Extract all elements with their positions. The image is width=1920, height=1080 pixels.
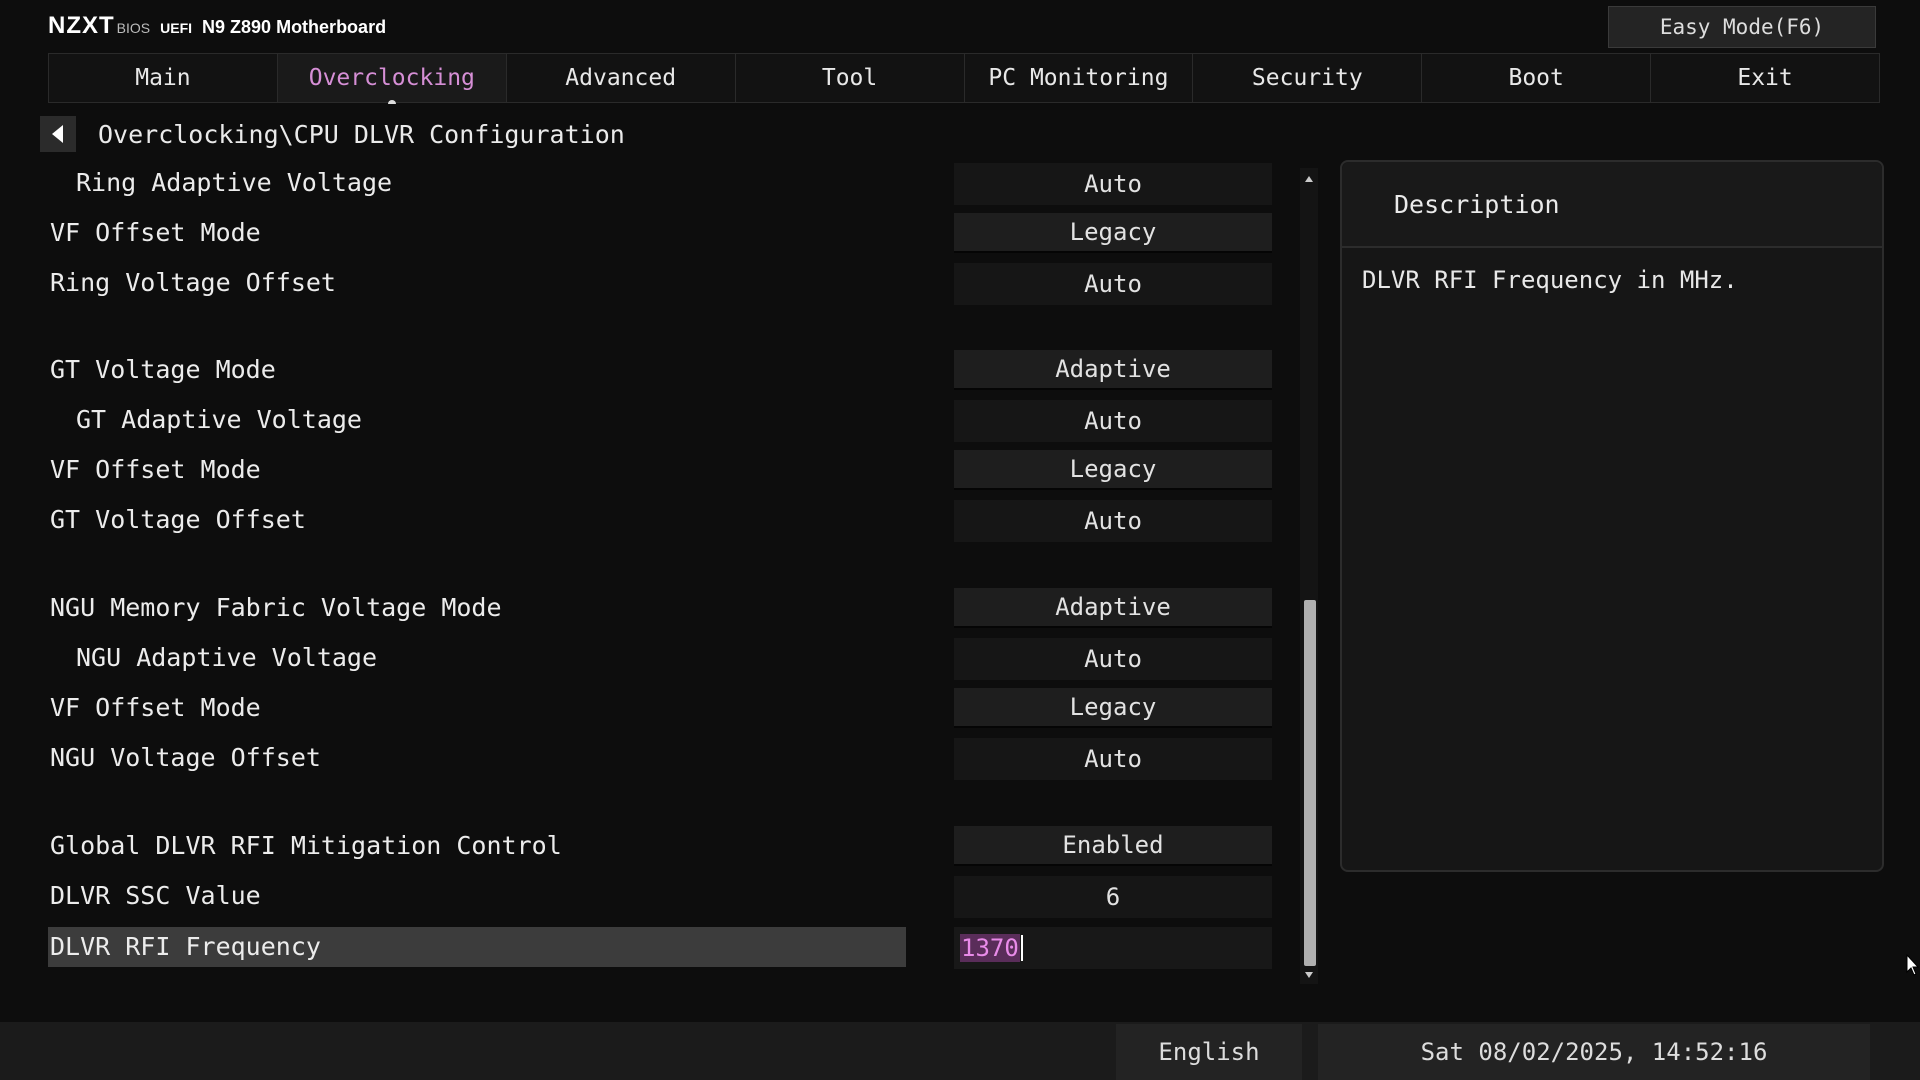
setting-label: VF Offset Mode [50,455,261,484]
model-name: N9 Z890 Motherboard [202,17,387,37]
setting-value[interactable]: Auto [954,163,1272,205]
setting-dropdown[interactable]: Enabled [954,826,1272,866]
setting-row[interactable]: GT Voltage Mode Adaptive [48,350,1272,390]
text-caret [1020,935,1023,961]
setting-row[interactable]: Ring Adaptive Voltage Auto [48,163,1272,205]
scrollbar[interactable] [1300,168,1318,984]
setting-label: NGU Adaptive Voltage [76,643,378,672]
breadcrumb: Overclocking\CPU DLVR Configuration [40,116,625,152]
setting-value[interactable]: Auto [954,263,1272,305]
scroll-up-icon[interactable] [1300,170,1318,188]
setting-label: NGU Voltage Offset [50,743,321,772]
frequency-input[interactable]: 1370 [954,927,1272,969]
setting-row[interactable]: NGU Adaptive Voltage Auto [48,638,1272,680]
setting-dropdown[interactable]: Legacy [954,450,1272,490]
setting-row[interactable]: Global DLVR RFI Mitigation Control Enabl… [48,826,1272,866]
nzxt-logo: NZXT [48,12,115,39]
setting-row[interactable]: NGU Voltage Offset Auto [48,738,1272,780]
setting-label: VF Offset Mode [50,218,261,247]
tab-pc-monitoring[interactable]: PC Monitoring [964,54,1194,102]
setting-row[interactable]: NGU Memory Fabric Voltage Mode Adaptive [48,588,1272,628]
setting-dropdown[interactable]: Legacy [954,213,1272,253]
setting-label: GT Voltage Offset [50,505,306,534]
setting-label: DLVR SSC Value [50,881,261,910]
setting-row[interactable]: Ring Voltage Offset Auto [48,263,1272,305]
setting-value[interactable]: 6 [954,876,1272,918]
setting-row[interactable]: DLVR SSC Value 6 [48,876,1272,918]
setting-value[interactable]: Auto [954,738,1272,780]
description-text: DLVR RFI Frequency in MHz. [1362,266,1738,294]
easy-mode-button[interactable]: Easy Mode(F6) [1608,6,1876,48]
tab-exit[interactable]: Exit [1651,54,1879,102]
arrow-left-icon [52,125,63,143]
setting-label: DLVR RFI Frequency [50,932,321,961]
description-panel: Description DLVR RFI Frequency in MHz. [1340,160,1884,872]
tab-security[interactable]: Security [1193,54,1423,102]
setting-label: Ring Adaptive Voltage [76,168,393,197]
language-selector[interactable]: English [1116,1024,1302,1080]
main-tabs: Main Overclocking Advanced Tool PC Monit… [48,53,1880,103]
mouse-cursor-icon [1906,954,1920,976]
setting-value[interactable]: Auto [954,400,1272,442]
setting-dropdown[interactable]: Legacy [954,688,1272,728]
setting-label: VF Offset Mode [50,693,261,722]
bios-label: BIOS [116,20,151,36]
tab-main[interactable]: Main [49,54,278,102]
setting-row[interactable]: GT Adaptive Voltage Auto [48,400,1272,442]
setting-label: Global DLVR RFI Mitigation Control [50,831,562,860]
setting-row-selected[interactable]: DLVR RFI Frequency 1370 [48,927,1272,969]
setting-label: Ring Voltage Offset [50,268,336,297]
setting-label: GT Voltage Mode [50,355,276,384]
back-button[interactable] [40,116,76,152]
tab-boot[interactable]: Boot [1422,54,1652,102]
input-selected-text: 1370 [960,934,1020,962]
tab-tool[interactable]: Tool [735,54,965,102]
tab-advanced[interactable]: Advanced [506,54,736,102]
datetime-display: Sat 08/02/2025, 14:52:16 [1318,1024,1870,1080]
scroll-down-icon[interactable] [1300,966,1318,984]
scrollbar-thumb[interactable] [1304,600,1316,966]
breadcrumb-path: Overclocking\CPU DLVR Configuration [98,119,625,149]
description-title: Description [1342,162,1882,248]
setting-row[interactable]: GT Voltage Offset Auto [48,500,1272,542]
brand: NZXT BIOS UEFI N9 Z890 Motherboard [48,12,386,40]
setting-label: NGU Memory Fabric Voltage Mode [50,593,502,622]
setting-dropdown[interactable]: Adaptive [954,350,1272,390]
setting-dropdown[interactable]: Adaptive [954,588,1272,628]
setting-row[interactable]: VF Offset Mode Legacy [48,213,1272,253]
setting-row[interactable]: VF Offset Mode Legacy [48,450,1272,490]
setting-label: GT Adaptive Voltage [76,405,362,434]
setting-value[interactable]: Auto [954,638,1272,680]
uefi-label: UEFI [160,20,193,36]
setting-value[interactable]: Auto [954,500,1272,542]
setting-row[interactable]: VF Offset Mode Legacy [48,688,1272,728]
tab-overclocking[interactable]: Overclocking [277,54,507,102]
